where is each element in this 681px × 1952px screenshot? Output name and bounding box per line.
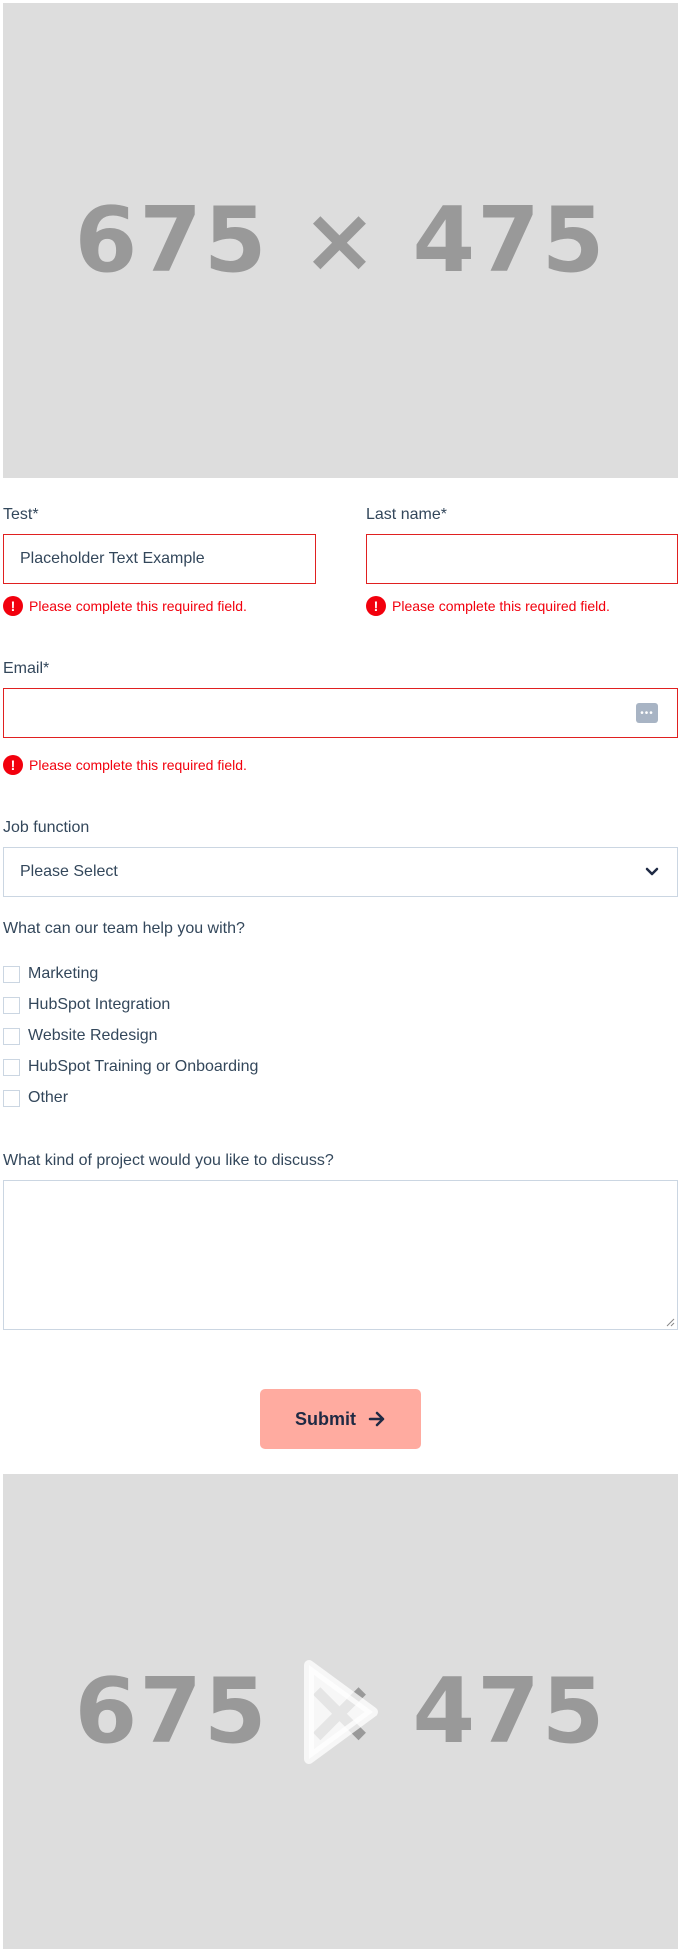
- last-name-error: ! Please complete this required field.: [366, 596, 610, 616]
- last-name-error-text: Please complete this required field.: [392, 598, 610, 614]
- bottom-placeholder-video[interactable]: 675 × 475: [3, 1474, 678, 1949]
- email-error-text: Please complete this required field.: [29, 757, 247, 773]
- project-textarea[interactable]: [3, 1180, 678, 1330]
- arrow-right-icon: [368, 1411, 385, 1427]
- error-icon: !: [366, 596, 386, 616]
- checkbox-option-other[interactable]: Other: [3, 1089, 68, 1107]
- checkbox-option-marketing[interactable]: Marketing: [3, 965, 98, 983]
- top-image-text: 675 × 475: [74, 188, 607, 293]
- email-label: Email*: [3, 660, 50, 677]
- first-name-label: Test*: [3, 506, 39, 523]
- project-label: What kind of project would you like to d…: [3, 1152, 334, 1169]
- checkbox-option-hubspot-integration[interactable]: HubSpot Integration: [3, 996, 170, 1014]
- chevron-down-icon: [645, 867, 659, 876]
- submit-label: Submit: [295, 1408, 356, 1429]
- checkbox-label: HubSpot Integration: [28, 996, 171, 1013]
- top-placeholder-image: 675 × 475: [3, 3, 678, 478]
- checkbox-label: Website Redesign: [28, 1027, 158, 1044]
- last-name-input[interactable]: [366, 534, 678, 584]
- email-error: ! Please complete this required field.: [3, 755, 247, 775]
- checkbox-label: Other: [28, 1089, 69, 1106]
- resize-grip-icon[interactable]: [665, 1317, 675, 1327]
- checkbox-label: Marketing: [28, 965, 99, 982]
- last-name-label: Last name*: [366, 506, 447, 523]
- email-input[interactable]: [3, 688, 678, 738]
- checkbox-label: HubSpot Training or Onboarding: [28, 1058, 259, 1075]
- job-function-label: Job function: [3, 819, 90, 836]
- error-icon: !: [3, 755, 23, 775]
- first-name-error-text: Please complete this required field.: [29, 598, 247, 614]
- checkbox[interactable]: [3, 965, 20, 983]
- checkbox[interactable]: [3, 996, 20, 1014]
- error-icon: !: [3, 596, 23, 616]
- checkbox[interactable]: [3, 1027, 20, 1045]
- checkbox[interactable]: [3, 1058, 20, 1076]
- checkbox-option-website-redesign[interactable]: Website Redesign: [3, 1027, 158, 1045]
- checkbox[interactable]: [3, 1089, 20, 1107]
- help-with-label: What can our team help you with?: [3, 920, 245, 937]
- first-name-error: ! Please complete this required field.: [3, 596, 247, 616]
- submit-button[interactable]: Submit: [260, 1389, 421, 1449]
- job-function-select[interactable]: Please Select: [3, 847, 678, 897]
- job-function-selected: Please Select: [20, 863, 118, 880]
- autofill-ellipsis-icon[interactable]: •••: [636, 703, 658, 723]
- checkbox-option-hubspot-training[interactable]: HubSpot Training or Onboarding: [3, 1058, 258, 1076]
- play-icon[interactable]: [301, 1657, 381, 1767]
- first-name-input[interactable]: [3, 534, 316, 584]
